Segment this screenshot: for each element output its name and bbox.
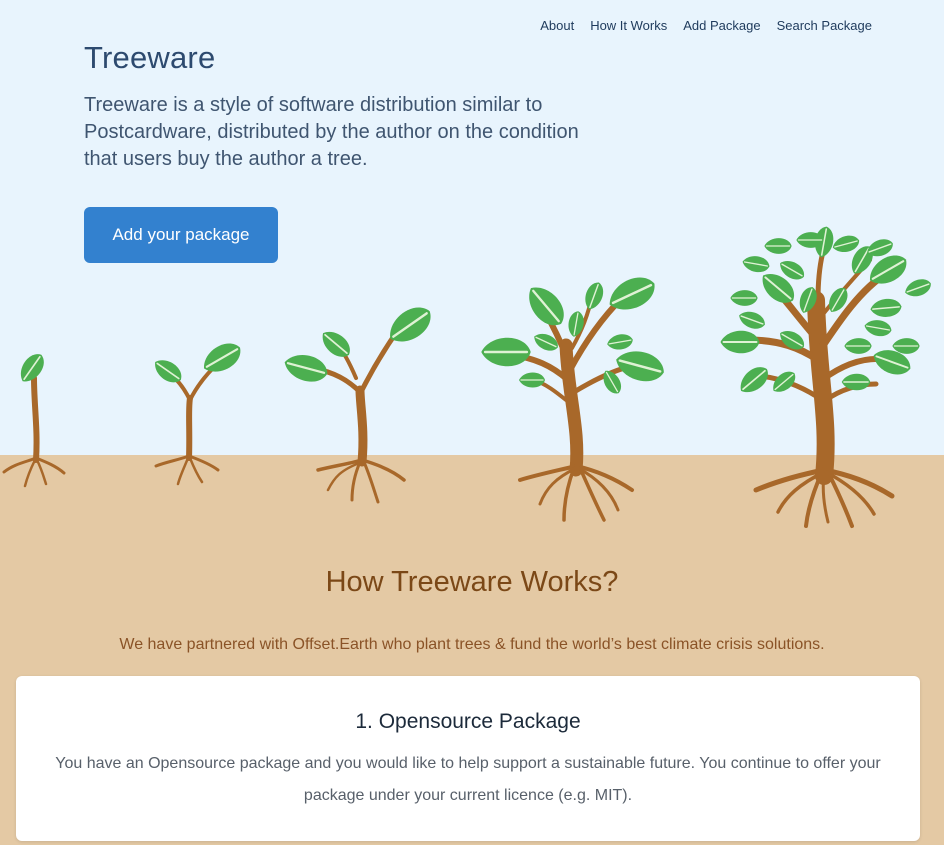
step-card-text: You have an Opensource package and you w… (55, 755, 881, 804)
how-it-works-subtitle: We have partnered with Offset.Earth who … (119, 636, 825, 653)
nav-about-link[interactable]: About (540, 18, 574, 33)
site-title: Treeware (84, 40, 216, 75)
nav-how-it-works-link[interactable]: How It Works (590, 18, 667, 33)
nav-search-package-link[interactable]: Search Package (777, 18, 872, 33)
nav-add-package-link[interactable]: Add Package (683, 18, 760, 33)
top-nav: About How It Works Add Package Search Pa… (540, 18, 872, 33)
add-package-button[interactable]: Add your package (84, 207, 278, 263)
hero-description: Treeware is a style of software distribu… (84, 94, 579, 170)
how-it-works-heading: How Treeware Works? (325, 566, 619, 598)
step-card-opensource-package: 1. Opensource Package You have an Openso… (16, 676, 920, 841)
step-card-title: 1. Opensource Package (355, 710, 581, 733)
